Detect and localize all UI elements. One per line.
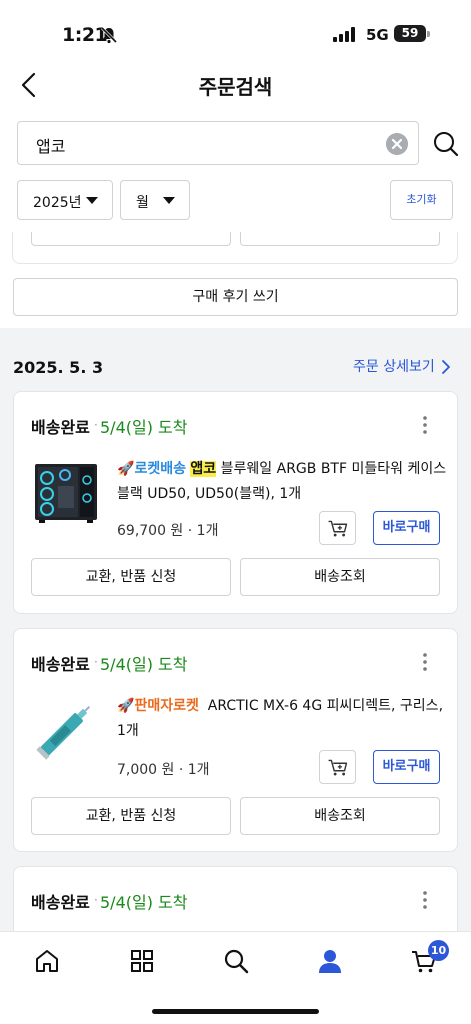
battery-tip: [427, 31, 430, 37]
cart-count-badge: 10: [428, 940, 449, 961]
clear-icon[interactable]: [386, 133, 408, 155]
write-review-button[interactable]: 구매 후기 쓰기: [13, 278, 458, 316]
search-query: 앱코: [36, 137, 66, 156]
reset-button[interactable]: 초기화: [390, 180, 453, 220]
network-type: 5G: [366, 26, 389, 44]
pc-case-thumbnail[interactable]: [31, 458, 101, 528]
previous-exchange-button[interactable]: [31, 232, 231, 246]
buy-now-button[interactable]: 바로구매: [373, 750, 440, 784]
status-bar: 1:21 5G 59: [0, 0, 471, 62]
product-name[interactable]: 🚀로켓배송 앱코 블루웨일 ARGB BTF 미들타워 케이스 블랙 UD50,…: [117, 457, 447, 507]
search-icon[interactable]: [223, 948, 249, 974]
previous-order-card: 구매 후기 쓰기: [0, 232, 471, 328]
product-name[interactable]: 🚀판매자로켓 ARCTIC MX-6 4G 피씨디렉트, 구리스, 1개: [117, 694, 447, 744]
search-icon[interactable]: [433, 131, 459, 157]
previous-card-edge: [12, 232, 458, 264]
page-title: 주문검색: [198, 75, 273, 99]
order-detail-link[interactable]: 주문 상세보기: [353, 356, 435, 376]
chevron-right-icon[interactable]: [440, 359, 452, 375]
page-header: 주문검색: [0, 62, 471, 108]
product-price: 69,700 원 · 1개: [117, 523, 219, 539]
order-card: 배송완료 · 5/4(일) 도착 🚀판매자로켓 ARCTIC MX-6 4G 피…: [13, 628, 458, 852]
add-to-cart-button[interactable]: [319, 750, 356, 784]
silent-bell-icon: [100, 26, 118, 44]
seller-rocket-badge: 판매자로켓: [134, 698, 199, 714]
delivery-status: 배송완료: [31, 893, 90, 912]
order-date-row: 2025. 5. 3 주문 상세보기: [0, 342, 471, 392]
status-separator: ·: [94, 893, 98, 907]
search-input[interactable]: 앱코: [17, 121, 419, 165]
track-delivery-button[interactable]: 배송조회: [240, 558, 440, 596]
thermal-paste-thumbnail[interactable]: [31, 695, 101, 765]
home-indicator: [152, 1009, 319, 1014]
year-select[interactable]: 2025년: [17, 180, 113, 220]
order-date: 2025. 5. 3: [13, 358, 104, 377]
signal-icon: [333, 27, 355, 42]
rocket-icon: 🚀: [117, 461, 135, 477]
caret-down-icon: [163, 197, 175, 204]
battery-icon: 59: [394, 25, 426, 42]
exchange-return-button[interactable]: 교환, 반품 신청: [31, 797, 231, 835]
search-highlight: 앱코: [190, 461, 217, 477]
arrival-date: 5/4(일) 도착: [100, 893, 188, 912]
track-delivery-button[interactable]: 배송조회: [240, 797, 440, 835]
home-icon[interactable]: [34, 948, 60, 974]
delivery-status: 배송완료: [31, 655, 90, 674]
cart-plus-icon: [328, 520, 348, 537]
month-select-value: 월: [136, 195, 149, 211]
buy-now-button[interactable]: 바로구매: [373, 511, 440, 545]
arrival-date: 5/4(일) 도착: [100, 655, 188, 674]
my-page-icon[interactable]: [317, 948, 343, 974]
more-options-icon[interactable]: [420, 414, 430, 436]
category-icon[interactable]: [129, 948, 155, 974]
status-separator: ·: [94, 655, 98, 669]
search-area: 앱코 2025년 월 초기화: [0, 108, 471, 232]
arrival-date: 5/4(일) 도착: [100, 418, 188, 437]
previous-tracking-button[interactable]: [240, 232, 440, 246]
year-select-value: 2025년: [33, 195, 82, 211]
month-select[interactable]: 월: [120, 180, 190, 220]
more-options-icon[interactable]: [420, 889, 430, 911]
delivery-status: 배송완료: [31, 418, 90, 437]
product-price: 7,000 원 · 1개: [117, 762, 210, 778]
exchange-return-button[interactable]: 교환, 반품 신청: [31, 558, 231, 596]
order-card: 배송완료 · 5/4(일) 도착 🚀로켓배송 앱코 블루웨일 ARGB BTF …: [13, 391, 458, 614]
status-separator: ·: [94, 418, 98, 432]
add-to-cart-button[interactable]: [319, 511, 356, 545]
more-options-icon[interactable]: [420, 651, 430, 673]
rocket-delivery-badge: 로켓배송: [134, 461, 186, 477]
caret-down-icon: [86, 197, 98, 204]
rocket-icon: 🚀: [117, 698, 135, 714]
cart-plus-icon: [328, 759, 348, 776]
